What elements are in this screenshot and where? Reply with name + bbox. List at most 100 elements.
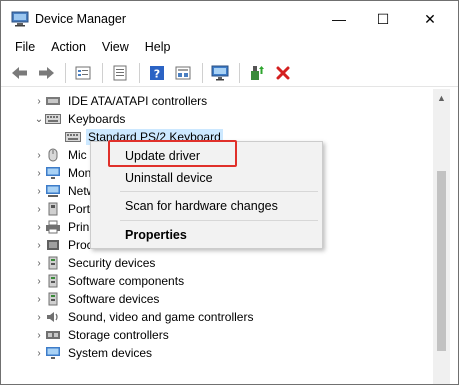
close-icon: ✕ <box>424 10 436 27</box>
tree-item-label: IDE ATA/ATAPI controllers <box>68 94 208 108</box>
back-arrow-icon <box>12 66 27 79</box>
chevron-right-icon[interactable]: › <box>33 254 45 272</box>
toolbar-separator <box>202 62 203 83</box>
maximize-icon: ☐ <box>376 10 390 27</box>
chevron-right-icon[interactable]: › <box>33 182 45 200</box>
port-icon <box>45 202 61 216</box>
title-bar: Device Manager — ☐ ✕ <box>1 1 458 37</box>
chevron-right-icon[interactable]: › <box>33 344 45 362</box>
tree-item-network[interactable]: › Netw <box>33 182 97 200</box>
minimize-button[interactable]: — <box>319 1 359 37</box>
view-icon <box>175 66 191 79</box>
tree-item-system-devices[interactable]: › System devices <box>33 344 154 362</box>
menu-bar: File Action View Help <box>1 37 458 59</box>
tree-item-security-devices[interactable]: › Security devices <box>33 254 157 272</box>
tree-item-keyboards[interactable]: ⌄ Keyboards <box>33 110 127 128</box>
chevron-right-icon[interactable]: › <box>33 146 45 164</box>
tree-item-label: Software devices <box>68 292 160 306</box>
tree-item-mice[interactable]: › Mic <box>33 146 89 164</box>
tree-item-ide[interactable]: › IDE ATA/ATAPI controllers <box>33 92 209 110</box>
printer-icon <box>45 220 61 234</box>
properties-button[interactable] <box>109 62 131 84</box>
window-title: Device Manager <box>35 12 127 26</box>
view-button[interactable] <box>172 62 194 84</box>
back-button[interactable] <box>9 62 31 84</box>
maximize-button[interactable]: ☐ <box>363 1 403 37</box>
chevron-right-icon[interactable]: › <box>33 200 45 218</box>
context-menu-uninstall-device[interactable]: Uninstall device <box>125 171 213 185</box>
uninstall-button[interactable] <box>272 62 294 84</box>
processor-icon <box>45 238 61 252</box>
tree-item-label: Keyboards <box>68 112 126 126</box>
tree-item-storage-controllers[interactable]: › Storage controllers <box>33 326 171 344</box>
device-tree-button[interactable] <box>72 62 94 84</box>
tree-item-label: Sound, video and game controllers <box>68 310 254 324</box>
chevron-right-icon[interactable]: › <box>33 308 45 326</box>
tree-item-software-devices[interactable]: › Software devices <box>33 290 161 308</box>
toolbar-separator <box>139 62 140 83</box>
chevron-right-icon[interactable]: › <box>33 92 45 110</box>
chevron-right-icon[interactable]: › <box>33 272 45 290</box>
chevron-right-icon[interactable]: › <box>33 326 45 344</box>
context-menu-properties[interactable]: Properties <box>125 228 187 242</box>
device-tree-icon <box>75 66 91 79</box>
context-menu-update-driver[interactable]: Update driver <box>125 149 200 163</box>
tree-item-label: Mic <box>68 148 87 162</box>
chevron-right-icon[interactable]: › <box>33 164 45 182</box>
update-driver-icon <box>251 65 264 80</box>
forward-arrow-icon <box>39 66 54 79</box>
scan-hardware-button[interactable] <box>209 62 231 84</box>
tree-item-printers[interactable]: › Prin <box>33 218 91 236</box>
mouse-icon <box>45 148 61 162</box>
toolbar: ? <box>1 59 458 87</box>
network-adapter-icon <box>45 184 61 198</box>
tree-item-label: Port <box>68 202 91 216</box>
tree-item-software-components[interactable]: › Software components <box>33 272 186 290</box>
tree-item-label: Security devices <box>68 256 156 270</box>
help-icon: ? <box>150 65 164 80</box>
ide-controller-icon <box>45 94 61 108</box>
tree-item-label: System devices <box>68 346 153 360</box>
software-device-icon <box>45 292 61 306</box>
tree-item-monitors[interactable]: › Mon <box>33 164 93 182</box>
menu-help[interactable]: Help <box>137 37 179 59</box>
menu-action[interactable]: Action <box>43 37 94 59</box>
context-menu-separator <box>120 191 318 192</box>
help-button[interactable]: ? <box>146 62 168 84</box>
uninstall-icon <box>276 66 290 79</box>
vertical-scrollbar[interactable]: ▲ <box>433 89 450 384</box>
keyboard-icon <box>45 112 61 126</box>
context-menu: Update driver Uninstall device Scan for … <box>90 141 323 249</box>
system-device-icon <box>45 346 61 360</box>
tree-item-label: Storage controllers <box>68 328 169 342</box>
storage-controller-icon <box>45 328 61 342</box>
toolbar-separator <box>65 62 66 83</box>
tree-item-processors[interactable]: › Proc <box>33 236 95 254</box>
device-manager-app-icon <box>11 11 29 27</box>
minimize-icon: — <box>332 11 346 27</box>
security-device-icon <box>45 256 61 270</box>
monitor-icon <box>45 166 61 180</box>
toolbar-separator <box>239 62 240 83</box>
update-driver-button[interactable] <box>246 62 268 84</box>
menu-file[interactable]: File <box>7 37 43 59</box>
chevron-right-icon[interactable]: › <box>33 236 45 254</box>
close-button[interactable]: ✕ <box>410 1 450 37</box>
chevron-right-icon[interactable]: › <box>33 290 45 308</box>
forward-button[interactable] <box>35 62 57 84</box>
chevron-down-icon[interactable]: ⌄ <box>33 110 45 128</box>
scroll-up-icon[interactable]: ▲ <box>433 89 450 106</box>
tree-item-ports[interactable]: › Port <box>33 200 92 218</box>
menu-view[interactable]: View <box>94 37 137 59</box>
device-manager-window: Device Manager — ☐ ✕ File Action View He… <box>0 0 459 385</box>
chevron-right-icon[interactable]: › <box>33 218 45 236</box>
software-component-icon <box>45 274 61 288</box>
keyboard-icon <box>65 130 81 144</box>
properties-icon <box>113 65 127 80</box>
monitor-icon <box>211 65 229 80</box>
scroll-thumb[interactable] <box>437 171 446 351</box>
context-menu-scan-hardware[interactable]: Scan for hardware changes <box>125 199 278 213</box>
tree-item-sound-video[interactable]: › Sound, video and game controllers <box>33 308 255 326</box>
tree-item-label: Software components <box>68 274 185 288</box>
svg-text:?: ? <box>154 67 160 80</box>
